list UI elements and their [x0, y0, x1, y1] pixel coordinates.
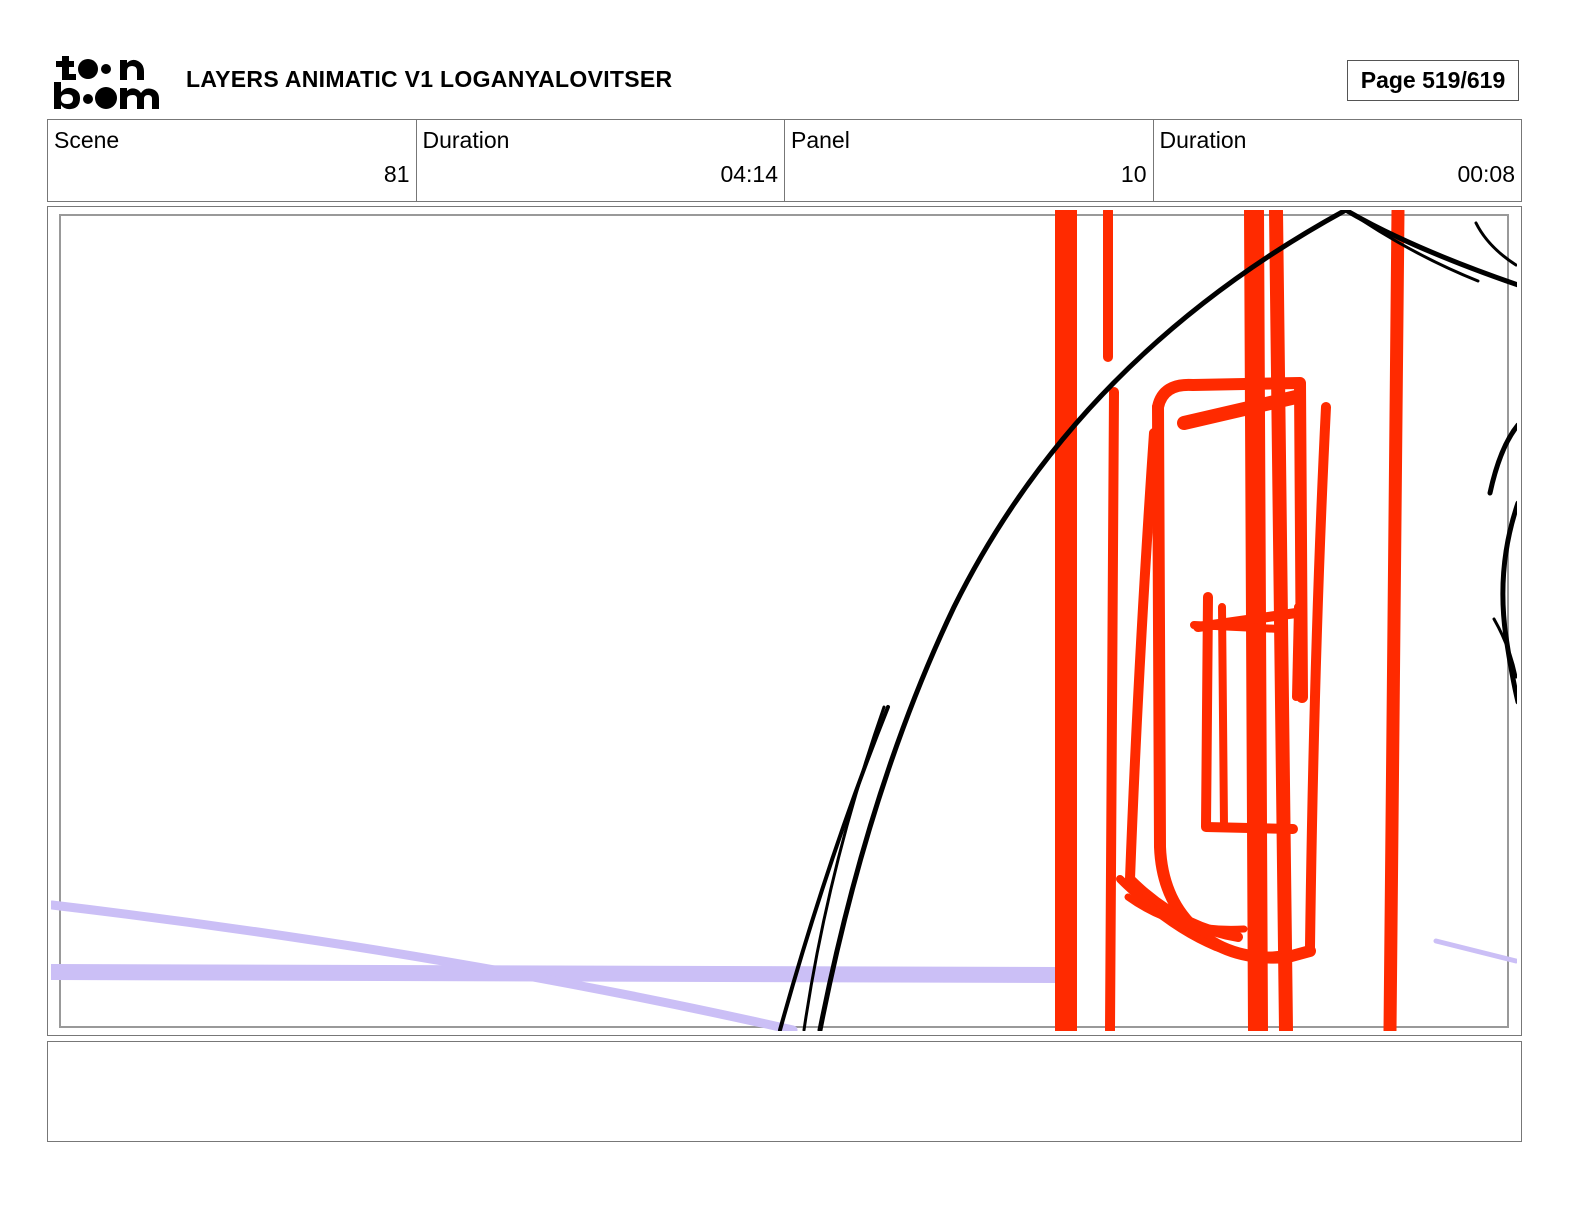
panel-value: 10 — [1120, 161, 1147, 187]
logo-letter-n — [120, 59, 144, 80]
right-curve — [1487, 422, 1517, 496]
toonboom-logo — [54, 56, 159, 110]
panel-drawing — [51, 210, 1517, 1031]
scene-duration-label: Duration — [422, 127, 510, 153]
red-bar — [1383, 210, 1405, 1031]
storyboard-panel — [47, 206, 1522, 1036]
red-box-sketch — [1292, 603, 1302, 701]
floor-line — [51, 964, 1064, 983]
notes-area — [47, 1041, 1522, 1142]
scene-duration-cell: Duration 04:14 — [417, 120, 785, 201]
logo-letter-t-foot — [62, 74, 76, 80]
scene-label: Scene — [54, 127, 120, 153]
panel-label: Panel — [791, 127, 850, 153]
panel-cell: Panel 10 — [785, 120, 1154, 201]
document-title: LAYERS ANIMATIC V1 LOGANYALOVITSER — [186, 66, 673, 92]
logo-letter-m — [120, 88, 159, 109]
logo-dot-small — [101, 64, 111, 74]
panel-duration-label: Duration — [1159, 127, 1247, 153]
logo-letter-t-bar — [56, 61, 74, 67]
scene-cell: Scene 81 — [48, 120, 417, 201]
hook-stroke — [1474, 221, 1517, 267]
logo-letter-b — [54, 82, 80, 110]
logo-dot-small — [83, 94, 93, 104]
info-table: Scene 81 Duration 04:14 Panel 10 Duratio… — [47, 119, 1522, 202]
scene-duration-value: 04:14 — [720, 161, 778, 187]
panel-duration-cell: Duration 00:08 — [1154, 120, 1522, 201]
right-dash-line — [1433, 938, 1517, 964]
red-structure-strokes — [1055, 210, 1405, 1031]
page-indicator: Page 519/619 — [1347, 60, 1519, 101]
logo-dot-large — [95, 87, 117, 109]
red-box-sketch — [1305, 402, 1331, 952]
panel-duration-value: 00:08 — [1457, 161, 1515, 187]
red-bar — [1105, 387, 1119, 1031]
scene-value: 81 — [383, 161, 410, 187]
logo-dot-large — [78, 59, 98, 79]
red-inner-rect — [1218, 603, 1228, 831]
red-inner-rect — [1190, 621, 1284, 633]
